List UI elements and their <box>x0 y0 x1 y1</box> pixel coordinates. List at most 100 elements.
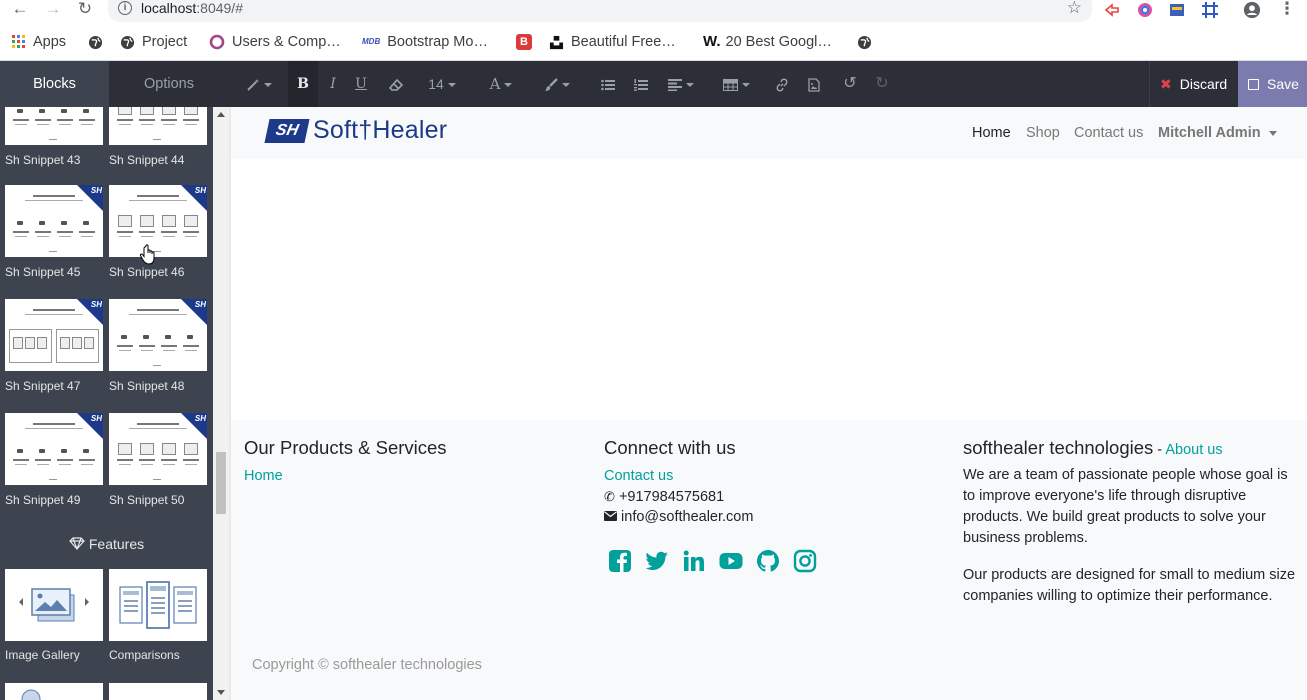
bookmark-globe-1[interactable] <box>88 32 110 52</box>
tab-blocks[interactable]: Blocks <box>0 61 109 107</box>
footer-home-link[interactable]: Home <box>244 468 283 484</box>
tab-options[interactable]: Options <box>109 61 229 107</box>
discard-button[interactable]: ✖ Discard <box>1149 61 1238 107</box>
bookmark-label: Beautiful Free… <box>571 34 676 50</box>
bookmark-label: 20 Best Googl… <box>725 34 832 50</box>
bold-button[interactable]: B <box>288 61 318 107</box>
image-button[interactable] <box>804 61 824 107</box>
softhealer-logo[interactable]: SH Soft†Healer <box>264 116 447 145</box>
info-icon[interactable]: i <box>118 1 132 15</box>
save-button[interactable]: Save <box>1238 61 1307 107</box>
save-label: Save <box>1267 76 1299 92</box>
nav-contact-us[interactable]: Contact us <box>1074 125 1143 141</box>
extension-grid-icon[interactable] <box>1201 1 1219 19</box>
table-icon <box>722 79 738 92</box>
scroll-down-arrow-icon[interactable] <box>217 690 225 695</box>
twitter-icon[interactable] <box>645 549 669 573</box>
close-icon: ✖ <box>1160 76 1172 92</box>
undo-button[interactable]: ↺ <box>840 61 860 107</box>
underline-button[interactable]: U <box>350 61 372 107</box>
comparisons-thumbnail <box>119 581 197 629</box>
link-button[interactable] <box>772 61 792 107</box>
feature-label: Image Gallery <box>5 648 80 662</box>
snippet-label: Sh Snippet 46 <box>109 265 185 279</box>
bookmark-project[interactable]: Project <box>120 32 187 52</box>
linkedin-icon[interactable] <box>682 549 706 573</box>
unsplash-icon <box>549 35 564 49</box>
facebook-icon[interactable] <box>608 549 632 573</box>
logo-mark: SH <box>264 118 310 143</box>
company-title: softhealer technologies <box>963 437 1154 458</box>
feature-image-gallery[interactable] <box>5 569 103 641</box>
sidebar-scrollbar[interactable] <box>213 107 229 700</box>
snippet-label: Sh Snippet 50 <box>109 493 185 507</box>
bookmark-bootstrap[interactable]: MDB Bootstrap Mo… <box>362 32 488 52</box>
extension-window-icon[interactable] <box>1168 1 1186 19</box>
snippet-thumbnail[interactable] <box>5 107 103 145</box>
snippet-thumbnail[interactable]: SH <box>5 299 103 371</box>
account-icon[interactable] <box>1243 1 1261 19</box>
bookmark-label: Bootstrap Mo… <box>387 34 488 50</box>
github-icon[interactable] <box>756 549 780 573</box>
paint-brush-icon <box>545 78 558 92</box>
feature-next-1[interactable] <box>5 683 103 700</box>
reload-icon[interactable]: ↻ <box>73 0 97 20</box>
magic-wand-style-button[interactable] <box>243 61 275 107</box>
magic-wand-icon <box>247 79 259 92</box>
bookmark-star-icon[interactable]: ☆ <box>1067 0 1082 18</box>
features-heading: Features <box>0 536 213 552</box>
eraser-icon <box>388 79 404 92</box>
italic-button[interactable]: I <box>322 61 344 107</box>
scroll-up-arrow-icon[interactable] <box>217 112 225 117</box>
heading-separator: - <box>1153 442 1166 458</box>
url-omnibox[interactable]: i localhost:8049/# ☆ <box>108 0 1092 22</box>
footer-contact-link[interactable]: Contact us <box>604 468 673 484</box>
bookmark-beautiful-free[interactable]: B <box>516 32 539 52</box>
about-us-link[interactable]: About us <box>1165 442 1222 458</box>
user-name: Mitchell Admin <box>1158 125 1261 141</box>
background-color-dropdown[interactable] <box>541 61 573 107</box>
bookmark-users-companies[interactable]: Users & Comp… <box>209 32 341 52</box>
hand-pointer-cursor-icon <box>139 244 155 265</box>
paragraph-align-dropdown[interactable] <box>665 61 697 107</box>
unordered-list-button[interactable] <box>598 61 618 107</box>
extension-arrow-icon[interactable] <box>1103 1 1121 19</box>
instagram-icon[interactable] <box>793 549 817 573</box>
user-menu-dropdown[interactable]: Mitchell Admin <box>1158 125 1277 141</box>
file-image-icon <box>808 78 820 92</box>
youtube-icon[interactable] <box>719 549 743 573</box>
sh-badge-text: SH <box>194 300 206 309</box>
nav-home[interactable]: Home <box>972 125 1011 141</box>
extension-color-icon[interactable] <box>1136 1 1154 19</box>
feature-comparisons[interactable] <box>109 569 207 641</box>
back-arrow-icon[interactable]: ← <box>8 0 32 20</box>
feature-next-2[interactable] <box>109 683 207 700</box>
snippet-thumbnail[interactable]: SH <box>109 299 207 371</box>
snippet-thumbnail[interactable]: SH <box>109 413 207 485</box>
redo-icon: ↻ <box>875 75 889 92</box>
nav-shop[interactable]: Shop <box>1026 125 1060 141</box>
url-text[interactable]: localhost:8049/# <box>141 0 243 16</box>
menu-kebab-icon[interactable]: ⋮ <box>1275 0 1299 20</box>
mdb-icon: MDB <box>362 37 381 47</box>
floppy-disk-icon <box>1248 79 1259 90</box>
snippet-thumbnail[interactable]: SH <box>5 185 103 257</box>
snippet-label: Sh Snippet 47 <box>5 379 81 393</box>
chevron-down-icon <box>1268 130 1277 136</box>
connect-heading: Connect with us <box>604 437 736 458</box>
redo-button[interactable]: ↻ <box>872 61 892 107</box>
table-dropdown[interactable] <box>720 61 752 107</box>
bookmark-globe-2[interactable] <box>857 32 879 52</box>
bookmark-apps[interactable]: Apps <box>12 32 66 52</box>
font-size-dropdown[interactable]: 14 <box>425 61 459 107</box>
eraser-button[interactable] <box>385 61 407 107</box>
snippet-thumbnail[interactable]: SH <box>5 413 103 485</box>
snippet-thumbnail[interactable] <box>109 107 207 145</box>
sidebar-scroll-thumb[interactable] <box>216 452 226 514</box>
ordered-list-button[interactable] <box>631 61 651 107</box>
bookmark-unsplash[interactable]: Beautiful Free… <box>549 32 676 52</box>
forward-arrow-icon[interactable]: → <box>41 0 65 20</box>
w-logo-icon: W. <box>703 33 721 51</box>
font-color-dropdown[interactable]: A <box>485 61 517 107</box>
bookmark-best-google[interactable]: W. 20 Best Googl… <box>703 32 832 52</box>
